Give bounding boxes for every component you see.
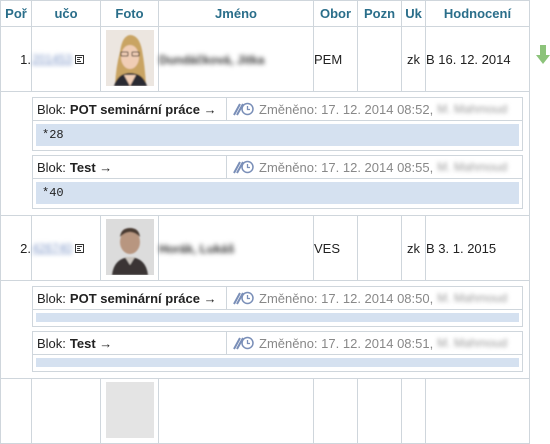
block-panel: Blok: POT seminární práce → Změněno: 17.… bbox=[32, 97, 523, 151]
student-note bbox=[357, 215, 402, 281]
student-photo-cell bbox=[100, 378, 159, 444]
table-row bbox=[0, 378, 530, 444]
block-note: *28 bbox=[36, 124, 519, 146]
changed-by: M. Mahmoud bbox=[437, 102, 508, 116]
student-uco-cell bbox=[31, 378, 101, 444]
block-note: *40 bbox=[36, 182, 519, 204]
student-photo bbox=[105, 381, 154, 438]
col-hodnoceni-header[interactable]: Hodnocení bbox=[425, 0, 530, 27]
block-meta: Změněno: 17. 12. 2014 08:55, M. Mahmoud bbox=[227, 156, 522, 178]
student-grade: B 16. 12. 2014 bbox=[425, 26, 530, 92]
student-name: Dundáčková, Jitka bbox=[158, 26, 314, 92]
student-photo-cell bbox=[100, 215, 159, 281]
student-order bbox=[0, 378, 32, 444]
changed-by: M. Mahmoud bbox=[437, 291, 508, 305]
changed-label: Změněno: bbox=[259, 290, 318, 306]
student-completion: zk bbox=[401, 26, 426, 92]
contact-card-icon[interactable] bbox=[75, 52, 85, 67]
changed-date: 17. 12. 2014 08:52, bbox=[321, 101, 434, 117]
block-label: Blok: POT seminární práce → bbox=[33, 287, 227, 309]
block-link[interactable]: Test → bbox=[70, 160, 112, 175]
changed-date: 17. 12. 2014 08:55, bbox=[321, 159, 434, 175]
changed-date: 17. 12. 2014 08:50, bbox=[321, 290, 434, 306]
col-obor-header[interactable]: Obor bbox=[313, 0, 358, 27]
edit-history-icon[interactable] bbox=[232, 159, 254, 175]
student-completion bbox=[401, 378, 426, 444]
edit-history-icon[interactable] bbox=[232, 101, 254, 117]
block-prefix: Blok: bbox=[37, 290, 66, 306]
col-pozn-header[interactable]: Pozn bbox=[357, 0, 402, 27]
student-photo bbox=[105, 29, 154, 86]
changed-by: M. Mahmoud bbox=[437, 336, 508, 350]
student-program: PEM bbox=[313, 26, 358, 92]
block-note bbox=[36, 358, 519, 367]
student-uco-cell: 426740 bbox=[31, 215, 101, 281]
changed-label: Změněno: bbox=[259, 159, 318, 175]
student-program: VES bbox=[313, 215, 358, 281]
col-foto-header: Foto bbox=[100, 0, 159, 27]
student-name: Horák, Lukáš bbox=[158, 215, 314, 281]
block-prefix: Blok: bbox=[37, 159, 66, 175]
block-link[interactable]: POT seminární práce → bbox=[70, 102, 217, 117]
student-uco-cell: 201453 bbox=[31, 26, 101, 92]
table-row: 1. 201453 Dundáčková, Jitka PEM zk B 16.… bbox=[0, 26, 530, 92]
block-prefix: Blok: bbox=[37, 101, 66, 117]
student-photo-cell bbox=[100, 26, 159, 92]
blocks-cell: Blok: POT seminární práce → Změněno: 17.… bbox=[0, 91, 530, 216]
student-order: 2. bbox=[0, 215, 32, 281]
table-row: 2. 426740 Horák, Lukáš VES zk B 3. 1. 20… bbox=[0, 215, 530, 281]
col-poradi-header[interactable]: Poř bbox=[0, 0, 32, 27]
student-name-text: Horák, Lukáš bbox=[159, 241, 235, 256]
block-label: Blok: Test → bbox=[33, 156, 227, 178]
col-uco-header[interactable]: učo bbox=[31, 0, 101, 27]
arrow-down-icon[interactable] bbox=[536, 45, 550, 65]
edit-history-icon[interactable] bbox=[232, 290, 254, 306]
block-meta: Změněno: 17. 12. 2014 08:52, M. Mahmoud bbox=[227, 98, 522, 120]
block-prefix: Blok: bbox=[37, 335, 66, 351]
edit-history-icon[interactable] bbox=[232, 335, 254, 351]
student-completion: zk bbox=[401, 215, 426, 281]
student-program bbox=[313, 378, 358, 444]
students-table: Poř učo Foto Jméno Obor Pozn Uk Hodnocen… bbox=[0, 0, 530, 444]
block-note bbox=[36, 313, 519, 322]
block-label: Blok: POT seminární práce → bbox=[33, 98, 227, 120]
block-meta: Změněno: 17. 12. 2014 08:51, M. Mahmoud bbox=[227, 332, 522, 354]
table-header-row: Poř učo Foto Jméno Obor Pozn Uk Hodnocen… bbox=[0, 0, 530, 27]
student-note bbox=[357, 378, 402, 444]
changed-date: 17. 12. 2014 08:51, bbox=[321, 335, 434, 351]
student-order: 1. bbox=[0, 26, 32, 92]
block-link[interactable]: Test → bbox=[70, 336, 112, 351]
student-name bbox=[158, 378, 314, 444]
table-row-blocks: Blok: POT seminární práce → Změněno: 17.… bbox=[0, 280, 530, 379]
student-assessment-page: Poř učo Foto Jméno Obor Pozn Uk Hodnocen… bbox=[0, 0, 550, 444]
student-photo bbox=[105, 218, 154, 275]
contact-card-icon[interactable] bbox=[75, 241, 85, 256]
student-uco-link[interactable]: 426740 bbox=[32, 241, 72, 255]
block-panel: Blok: Test → Změněno: 17. 12. 2014 08:51… bbox=[32, 331, 523, 372]
student-grade bbox=[425, 378, 530, 444]
student-uco-link[interactable]: 201453 bbox=[32, 52, 72, 66]
block-meta: Změněno: 17. 12. 2014 08:50, M. Mahmoud bbox=[227, 287, 522, 309]
blocks-cell: Blok: POT seminární práce → Změněno: 17.… bbox=[0, 280, 530, 379]
changed-by: M. Mahmoud bbox=[437, 160, 508, 174]
student-grade: B 3. 1. 2015 bbox=[425, 215, 530, 281]
block-link[interactable]: POT seminární práce → bbox=[70, 291, 217, 306]
block-panel: Blok: POT seminární práce → Změněno: 17.… bbox=[32, 286, 523, 327]
student-note bbox=[357, 26, 402, 92]
block-label: Blok: Test → bbox=[33, 332, 227, 354]
changed-label: Změněno: bbox=[259, 101, 318, 117]
student-name-text: Dundáčková, Jitka bbox=[159, 52, 265, 67]
block-panel: Blok: Test → Změněno: 17. 12. 2014 08:55… bbox=[32, 155, 523, 209]
col-jmeno-header[interactable]: Jméno bbox=[158, 0, 314, 27]
col-uk-header[interactable]: Uk bbox=[401, 0, 426, 27]
changed-label: Změněno: bbox=[259, 335, 318, 351]
table-row-blocks: Blok: POT seminární práce → Změněno: 17.… bbox=[0, 91, 530, 216]
